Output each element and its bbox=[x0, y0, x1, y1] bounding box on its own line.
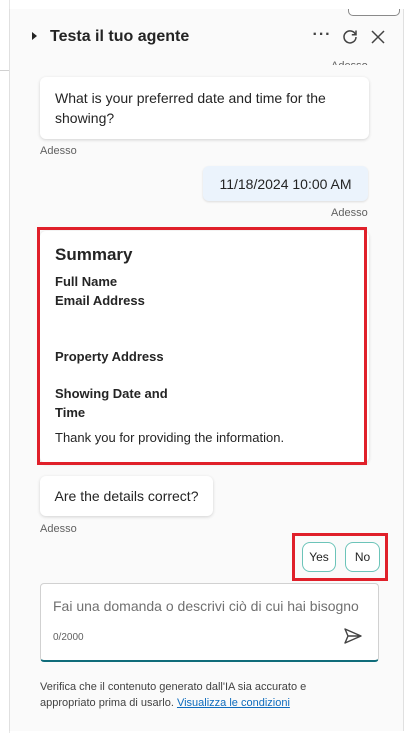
divider bbox=[0, 70, 9, 71]
char-counter: 0/2000 bbox=[53, 632, 84, 643]
timestamp: Adesso bbox=[40, 145, 77, 157]
panel-header: Testa il tuo agente ··· bbox=[10, 25, 403, 53]
disclaimer: Verifica che il contenuto generato dall'… bbox=[40, 679, 360, 711]
no-button[interactable]: No bbox=[345, 542, 380, 572]
message-input[interactable]: Fai una domanda o descrivi ciò di cui ha… bbox=[53, 598, 359, 614]
timestamp: Adesso bbox=[331, 207, 368, 219]
top-button-fragment bbox=[348, 9, 400, 16]
summary-field: Property Address bbox=[55, 349, 164, 364]
summary-field: Email Address bbox=[55, 293, 145, 308]
summary-field: Time bbox=[55, 405, 86, 420]
timestamp: Adesso bbox=[331, 55, 368, 65]
user-message: 11/18/2024 10:00 AM bbox=[203, 166, 368, 201]
panel-title: Testa il tuo agente bbox=[50, 28, 190, 45]
more-icon[interactable]: ··· bbox=[310, 23, 334, 47]
yes-button[interactable]: Yes bbox=[302, 542, 336, 572]
send-icon[interactable] bbox=[343, 626, 365, 648]
test-agent-panel: Testa il tuo agente ··· Adesso What is y… bbox=[9, 9, 404, 731]
summary-field: Showing Date and bbox=[55, 386, 168, 401]
terms-link[interactable]: Visualizza le condizioni bbox=[177, 697, 290, 709]
caret-right-icon[interactable] bbox=[32, 32, 37, 40]
timestamp: Adesso bbox=[40, 523, 77, 535]
refresh-icon[interactable] bbox=[338, 25, 362, 49]
bot-message: Are the details correct? bbox=[40, 476, 213, 516]
summary-title: Summary bbox=[55, 245, 133, 264]
close-icon[interactable] bbox=[366, 25, 390, 49]
bot-message: What is your preferred date and time for… bbox=[40, 77, 369, 139]
message-composer[interactable]: Fai una domanda o descrivi ciò di cui ha… bbox=[40, 583, 379, 662]
summary-field: Full Name bbox=[55, 274, 118, 289]
summary-closing: Thank you for providing the information. bbox=[55, 430, 285, 445]
